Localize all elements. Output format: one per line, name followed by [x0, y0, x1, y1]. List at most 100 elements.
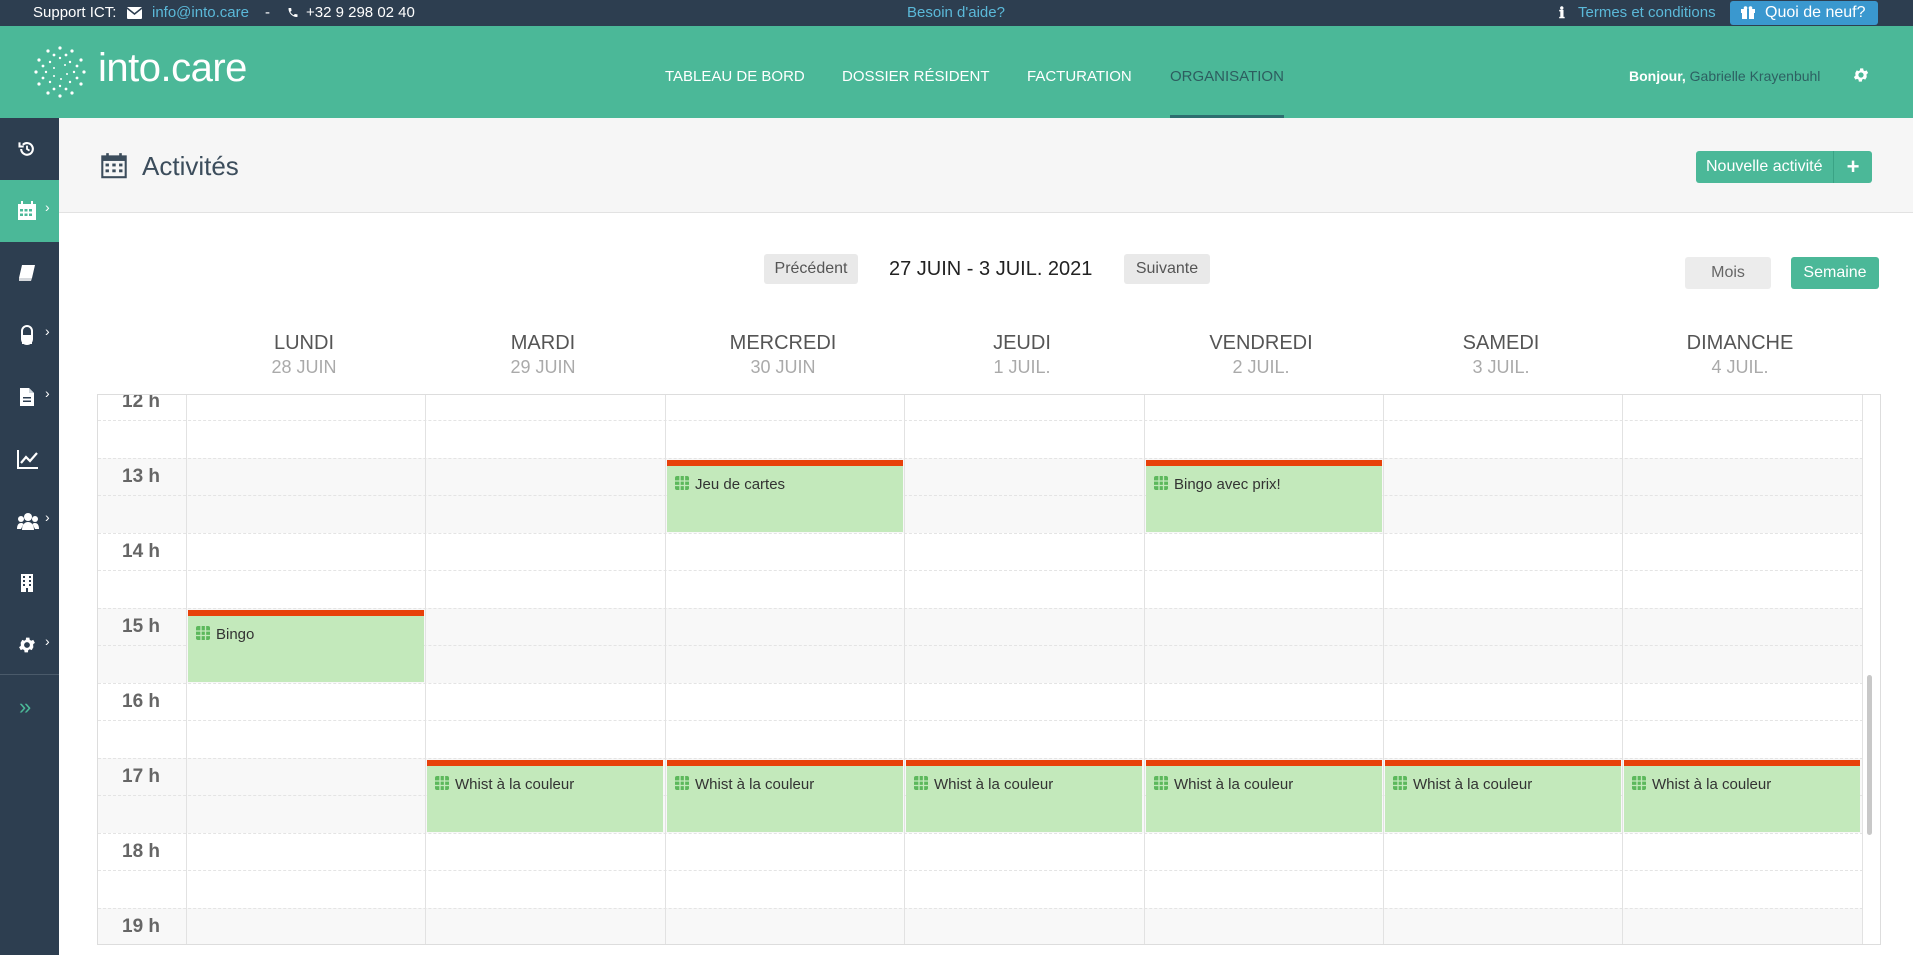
- next-week-button[interactable]: Suivante: [1124, 254, 1210, 284]
- day-header-lundi: LUNDI 28 JUIN: [185, 332, 423, 378]
- day-name: MARDI: [510, 332, 576, 354]
- logo-text[interactable]: into.care: [98, 46, 247, 91]
- sidebar-item-building[interactable]: [0, 552, 59, 614]
- greeting-prefix: Bonjour,: [1629, 68, 1686, 84]
- day-header-vendredi: VENDREDI 2 JUIL.: [1142, 332, 1380, 378]
- nav-dossier-resident[interactable]: DOSSIER RÉSIDENT: [842, 68, 990, 85]
- event-bingo-avec-prix[interactable]: Bingo avec prix!: [1146, 460, 1382, 532]
- grid-line: [98, 458, 1863, 459]
- event-title: Whist à la couleur: [1174, 776, 1294, 793]
- event-jeu-de-cartes[interactable]: Jeu de cartes: [667, 460, 903, 532]
- page-title-bar: [59, 118, 1913, 213]
- sidebar-item-settings[interactable]: ›: [0, 614, 59, 676]
- hour-label: 18 h: [122, 841, 161, 862]
- day-date: 2 JUIL.: [1232, 357, 1290, 377]
- grid-icon: [1393, 776, 1407, 790]
- sidebar-item-medication[interactable]: ›: [0, 304, 59, 366]
- support-phone[interactable]: +32 9 298 02 40: [306, 4, 415, 21]
- column-divider: [904, 395, 905, 944]
- sidebar-item-book[interactable]: [0, 242, 59, 304]
- event-title: Whist à la couleur: [1652, 776, 1772, 793]
- week-view-button[interactable]: Semaine: [1791, 257, 1879, 289]
- month-view-button[interactable]: Mois: [1685, 257, 1771, 289]
- sidebar-expand-button[interactable]: »: [0, 676, 59, 738]
- grid-icon: [1154, 776, 1168, 790]
- day-header-jeudi: JEUDI 1 JUIL.: [903, 332, 1141, 378]
- history-icon: [18, 142, 34, 156]
- help-link[interactable]: Besoin d'aide?: [907, 4, 1005, 21]
- day-date: 30 JUIN: [750, 357, 816, 377]
- grid-line: [98, 870, 1863, 871]
- event-whist-mardi[interactable]: Whist à la couleur: [427, 760, 663, 832]
- week-time-grid: 12 h 13 h 14 h 15 h 16 h 17 h 18 h 19 h …: [97, 394, 1881, 945]
- day-date: 4 JUIL.: [1711, 357, 1769, 377]
- day-name: MERCREDI: [729, 332, 837, 354]
- chevron-right-icon: ›: [45, 323, 50, 339]
- grid-line: [98, 533, 1863, 534]
- grid-icon: [914, 776, 928, 790]
- new-activity-button[interactable]: Nouvelle activité +: [1696, 151, 1872, 183]
- event-whist-jeudi[interactable]: Whist à la couleur: [906, 760, 1142, 832]
- day-header-dimanche: DIMANCHE 4 JUIL.: [1621, 332, 1859, 378]
- nav-organisation[interactable]: ORGANISATION: [1170, 68, 1284, 85]
- event-bingo[interactable]: Bingo: [188, 610, 424, 682]
- calendar-icon: [18, 201, 36, 220]
- day-name: VENDREDI: [1209, 332, 1313, 354]
- sidebar-item-calendar[interactable]: ›: [0, 180, 59, 242]
- grid-line: [98, 495, 1863, 496]
- chart-line-icon: [17, 450, 38, 469]
- event-title: Whist à la couleur: [455, 776, 575, 793]
- event-title: Whist à la couleur: [695, 776, 815, 793]
- event-whist-dimanche[interactable]: Whist à la couleur: [1624, 760, 1860, 832]
- hour-label: 12 h: [122, 394, 161, 412]
- into-care-logo-icon[interactable]: [32, 44, 88, 100]
- users-icon: [17, 513, 39, 530]
- envelope-icon: [127, 7, 142, 19]
- sidebar-divider: [0, 674, 59, 675]
- hour-label: 19 h: [122, 916, 161, 937]
- user-name[interactable]: Gabrielle Krayenbuhl: [1690, 68, 1821, 84]
- hour-label: 17 h: [122, 766, 161, 787]
- grid-line: [98, 833, 1863, 834]
- whats-new-button[interactable]: Quoi de neuf?: [1730, 1, 1878, 25]
- nav-facturation[interactable]: FACTURATION: [1027, 68, 1132, 85]
- grid-icon: [1632, 776, 1646, 790]
- chevron-right-icon: ›: [45, 199, 50, 215]
- sidebar-item-history[interactable]: [0, 118, 59, 180]
- grid-scrollbar[interactable]: [1867, 675, 1872, 835]
- previous-week-button[interactable]: Précédent: [764, 254, 858, 284]
- column-divider: [1383, 395, 1384, 944]
- hour-band: [98, 908, 1863, 944]
- grid-icon: [196, 626, 210, 640]
- user-greeting: Bonjour, Gabrielle Krayenbuhl: [1629, 68, 1820, 84]
- event-whist-vendredi[interactable]: Whist à la couleur: [1146, 760, 1382, 832]
- grid-line: [98, 758, 1863, 759]
- grid-icon: [675, 476, 689, 490]
- column-divider: [1862, 395, 1863, 944]
- day-name: LUNDI: [273, 332, 334, 354]
- page-title: Activités: [142, 151, 239, 181]
- whats-new-label: Quoi de neuf?: [1765, 4, 1866, 21]
- gift-icon: [1741, 6, 1755, 19]
- day-name: SAMEDI: [1462, 332, 1540, 354]
- hour-label: 15 h: [122, 616, 161, 637]
- sidebar-item-documents[interactable]: ›: [0, 366, 59, 428]
- event-title: Whist à la couleur: [1413, 776, 1533, 793]
- sidebar-item-residents[interactable]: ›: [0, 490, 59, 552]
- terms-link[interactable]: Termes et conditions: [1578, 4, 1716, 21]
- settings-gear-icon[interactable]: [1852, 66, 1870, 84]
- day-header-mardi: MARDI 29 JUIN: [424, 332, 662, 378]
- grid-line: [98, 608, 1863, 609]
- hour-label: 14 h: [122, 541, 161, 562]
- top-support-bar: Support ICT: info@into.care - +32 9 298 …: [0, 0, 1913, 26]
- grid-line: [98, 420, 1863, 421]
- building-icon: [21, 574, 33, 592]
- book-icon: [19, 265, 35, 281]
- column-divider: [1622, 395, 1623, 944]
- nav-tableau-de-bord[interactable]: TABLEAU DE BORD: [665, 68, 805, 85]
- phone-icon: [288, 8, 298, 17]
- event-whist-samedi[interactable]: Whist à la couleur: [1385, 760, 1621, 832]
- event-whist-mercredi[interactable]: Whist à la couleur: [667, 760, 903, 832]
- sidebar-item-statistics[interactable]: [0, 428, 59, 490]
- support-email-link[interactable]: info@into.care: [152, 4, 249, 21]
